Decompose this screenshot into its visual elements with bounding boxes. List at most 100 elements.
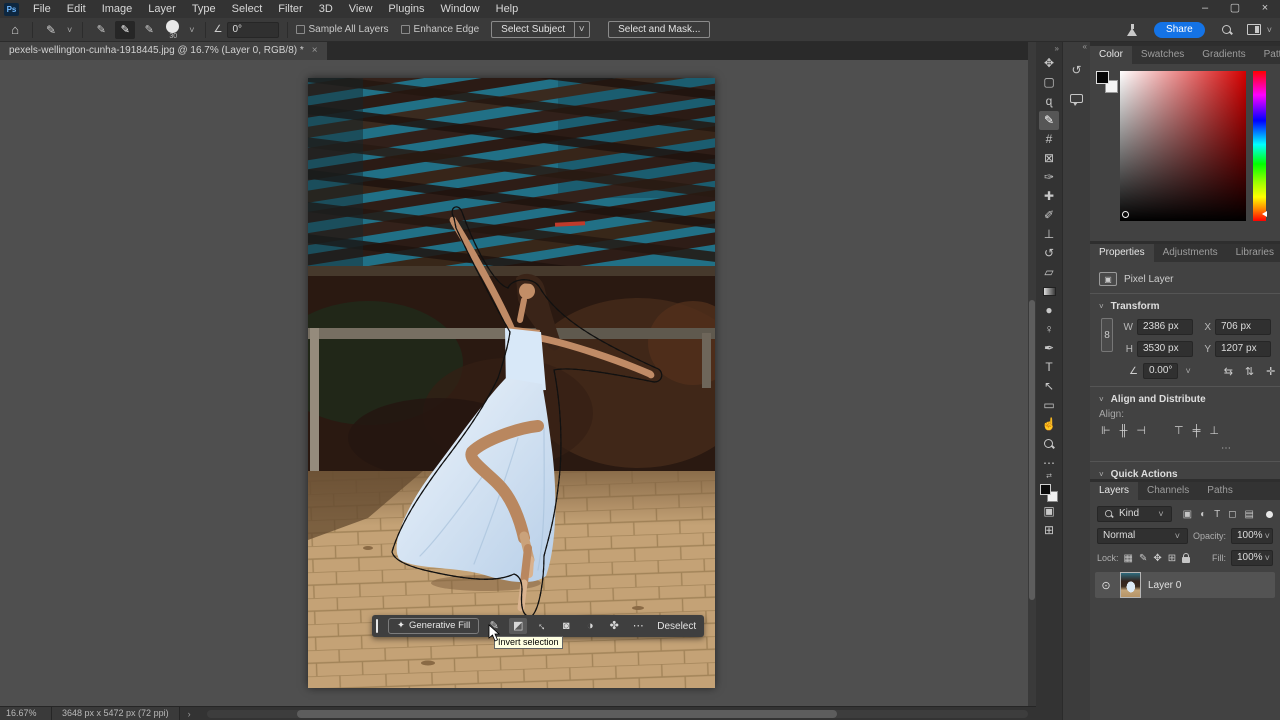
hand-tool[interactable]: ☝	[1039, 415, 1059, 434]
status-chevron-icon[interactable]: ›	[180, 709, 199, 719]
horizontal-scrollbar-thumb[interactable]	[297, 710, 837, 718]
filter-adjustment-layers-icon[interactable]: ◐	[1200, 509, 1206, 520]
search-icon[interactable]	[1221, 24, 1233, 36]
tab-gradients[interactable]: Gradients	[1193, 46, 1254, 64]
y-field[interactable]: 1207 px	[1215, 341, 1271, 357]
saturation-brightness-map[interactable]	[1120, 71, 1246, 221]
tab-paths[interactable]: Paths	[1198, 482, 1242, 500]
quick-mask-icon[interactable]: ▣	[1039, 502, 1059, 521]
menu-view[interactable]: View	[341, 0, 381, 18]
menu-select[interactable]: Select	[224, 0, 271, 18]
lock-all-icon[interactable]	[1182, 557, 1190, 563]
lasso-tool[interactable]: ɋ	[1039, 92, 1059, 111]
eraser-tool[interactable]: ▱	[1039, 263, 1059, 282]
layer-filter-kind-dropdown[interactable]: Kind ˅	[1097, 506, 1172, 522]
canvas-area[interactable]: ✦ Generative Fill ✎ ◩ ↔ ◙ ◑ ✤ ⋯ Deselect…	[0, 60, 1028, 706]
document-tab[interactable]: pexels-wellington-cunha-1918445.jpg @ 16…	[0, 42, 327, 60]
horizontal-scrollbar[interactable]	[207, 710, 1028, 718]
lock-artboard-icon[interactable]: ⊞	[1168, 553, 1176, 564]
select-subject-button[interactable]: Select Subject	[491, 21, 575, 38]
quick-actions-header[interactable]: ˅ Quick Actions	[1099, 469, 1271, 479]
align-vertical-center-icon[interactable]: ╪	[1193, 425, 1201, 437]
layer-thumbnail[interactable]	[1120, 572, 1141, 598]
filter-type-layers-icon[interactable]: T	[1214, 509, 1220, 520]
menu-file[interactable]: File	[25, 0, 59, 18]
width-field[interactable]: 2386 px	[1137, 319, 1193, 335]
gradient-tool[interactable]	[1043, 287, 1056, 296]
zoom-level-field[interactable]: 16.67%	[0, 707, 52, 720]
invert-selection-icon[interactable]: ◩	[509, 618, 527, 634]
rectangle-tool[interactable]: ▭	[1039, 396, 1059, 415]
path-select-tool[interactable]: ↖	[1039, 377, 1059, 396]
menu-plugins[interactable]: Plugins	[380, 0, 432, 18]
generative-fill-button[interactable]: ✦ Generative Fill	[388, 618, 479, 634]
workspace-caret-icon[interactable]: ˅	[1265, 25, 1274, 35]
filter-smart-objects-icon[interactable]: ▤	[1245, 509, 1254, 520]
align-bottom-icon[interactable]: ⊥	[1209, 424, 1219, 437]
add-selection-mode-icon[interactable]: ✎	[115, 21, 135, 39]
brush-size-caret-icon[interactable]: ˅	[187, 25, 196, 35]
align-right-icon[interactable]: ⊣	[1136, 424, 1146, 437]
transform-section-header[interactable]: ˅ Transform	[1099, 301, 1271, 312]
reference-point-icon[interactable]: ✛	[1266, 365, 1275, 378]
color-picker-marker[interactable]	[1122, 211, 1129, 218]
menu-type[interactable]: Type	[184, 0, 224, 18]
tool-preset-caret-icon[interactable]: ˅	[65, 25, 74, 35]
fill-field[interactable]: 100% ˅	[1231, 550, 1273, 566]
screen-mode-icon[interactable]: ⊞	[1039, 521, 1059, 540]
minimize-button[interactable]: –	[1190, 0, 1220, 18]
marquee-tool[interactable]: ▢	[1039, 73, 1059, 92]
lock-position-icon[interactable]: ✥	[1153, 553, 1161, 564]
tab-libraries[interactable]: Libraries	[1227, 244, 1280, 262]
close-button[interactable]: ×	[1250, 0, 1280, 18]
new-selection-mode-icon[interactable]: ✎	[91, 21, 111, 39]
tab-adjustments[interactable]: Adjustments	[1154, 244, 1227, 262]
menu-filter[interactable]: Filter	[270, 0, 310, 18]
opacity-field[interactable]: 100% ˅	[1231, 528, 1273, 544]
workspace-icon[interactable]	[1247, 24, 1261, 35]
crop-tool[interactable]: #	[1039, 130, 1059, 149]
flip-horizontal-icon[interactable]: ⇆	[1224, 365, 1233, 378]
select-and-mask-button[interactable]: Select and Mask...	[608, 21, 710, 38]
tab-properties[interactable]: Properties	[1090, 244, 1154, 262]
share-button[interactable]: Share	[1154, 22, 1205, 38]
history-icon[interactable]: ↺	[1067, 60, 1087, 80]
home-icon[interactable]: ⌂	[6, 22, 24, 37]
beta-features-icon[interactable]	[1127, 24, 1138, 36]
enhance-edge-checkbox[interactable]: Enhance Edge	[401, 24, 480, 35]
link-dimensions-icon[interactable]: 8	[1101, 318, 1113, 352]
comments-icon[interactable]	[1070, 94, 1083, 103]
selection-brush-tool[interactable]: ✎	[1039, 111, 1059, 130]
brush-angle-field[interactable]: 0°	[227, 22, 279, 38]
tab-swatches[interactable]: Swatches	[1132, 46, 1193, 64]
healing-brush-tool[interactable]: ✚	[1039, 187, 1059, 206]
blur-tool[interactable]: ●	[1039, 301, 1059, 320]
taskbar-grip-handle[interactable]	[376, 619, 378, 633]
foreground-background-colors[interactable]	[1040, 484, 1058, 502]
color-panel-swatches[interactable]	[1096, 71, 1120, 97]
history-brush-tool[interactable]: ↺	[1039, 244, 1059, 263]
zoom-tool[interactable]	[1043, 438, 1055, 450]
align-more-icon[interactable]: ⋯	[1099, 443, 1271, 454]
swap-colors-icon[interactable]: ⇄	[1046, 473, 1052, 481]
tab-channels[interactable]: Channels	[1138, 482, 1198, 500]
vertical-scrollbar[interactable]	[1028, 42, 1036, 706]
tool-preset-icon[interactable]: ✎	[41, 21, 61, 39]
foreground-color-swatch[interactable]	[1096, 71, 1109, 84]
align-left-icon[interactable]: ⊩	[1101, 424, 1111, 437]
x-field[interactable]: 706 px	[1215, 319, 1271, 335]
flip-vertical-icon[interactable]: ⇅	[1245, 365, 1254, 378]
align-top-icon[interactable]: ⊤	[1174, 424, 1184, 437]
select-subject-caret-icon[interactable]: ˅	[574, 21, 590, 38]
more-options-icon[interactable]: ⋯	[629, 618, 647, 634]
expand-dock-icon[interactable]: «	[1083, 42, 1090, 52]
hue-slider-marker[interactable]	[1262, 211, 1267, 217]
brush-tool[interactable]: ✐	[1039, 206, 1059, 225]
hue-slider[interactable]	[1253, 71, 1266, 221]
subtract-selection-mode-icon[interactable]: ✎	[139, 21, 159, 39]
visibility-eye-icon[interactable]: ⊙	[1099, 579, 1113, 592]
transform-selection-icon[interactable]: ↔	[533, 618, 551, 634]
eyedropper-tool[interactable]: ✑	[1039, 168, 1059, 187]
clone-stamp-tool[interactable]: ⊥	[1039, 225, 1059, 244]
fill-selection-icon[interactable]: ✤	[605, 618, 623, 634]
